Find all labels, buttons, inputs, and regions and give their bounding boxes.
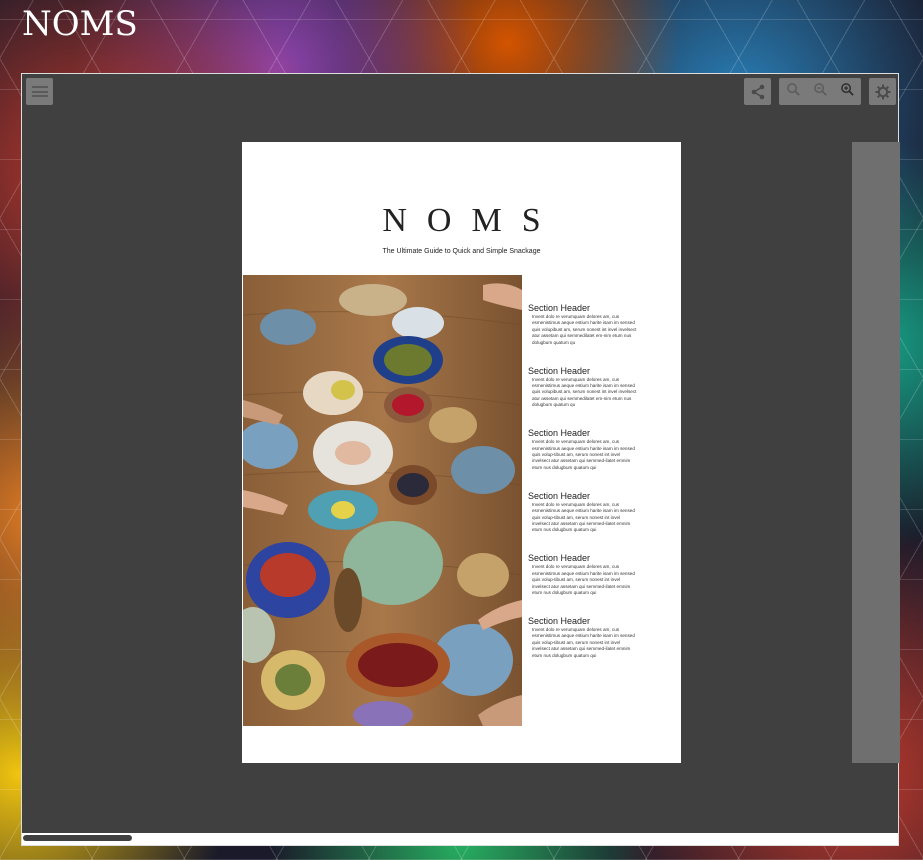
scrollbar-thumb[interactable] [23, 835, 132, 841]
zoom-in-button[interactable] [835, 82, 859, 101]
gear-icon [875, 84, 890, 99]
section-body: Invent dolo re verumquam delores am, cus… [532, 501, 635, 533]
section-block: Section Header Invent dolo re verumquam … [528, 491, 638, 554]
food-table-photo [243, 275, 522, 726]
page-title: NOMS [382, 202, 561, 239]
section-body: Invent dolo re verumquam delores am, cus… [532, 314, 637, 345]
section-body: Invent dolo re verumquam delores am, cus… [532, 376, 637, 408]
section-body: Invent dolo re verumquam delores am, cus… [532, 626, 635, 658]
section-block: Section Header Invent dolo re verumquam … [528, 428, 638, 491]
horizontal-scrollbar[interactable] [22, 833, 898, 845]
zoom-out-button[interactable] [781, 82, 805, 101]
site-title: NOMS [22, 4, 138, 44]
hamburger-menu-icon [31, 86, 48, 97]
sections-column: Section Header Invent dolo re verumquam … [528, 303, 638, 679]
section-body: Invent dolo re verumquam delores am, cus… [532, 564, 635, 595]
next-page-preview[interactable] [852, 142, 900, 763]
settings-button[interactable] [869, 78, 896, 105]
section-header: Section Header [528, 365, 591, 376]
section-header: Section Header [528, 615, 591, 626]
zoom-out-icon [786, 83, 800, 96]
section-header: Section Header [528, 428, 591, 439]
section-block: Section Header Invent dolo re verumquam … [528, 553, 638, 616]
document-viewer: NOMS The Ultimate Guide to Quick and Sim… [21, 73, 900, 846]
section-header: Section Header [528, 490, 591, 501]
page-subtitle: The Ultimate Guide to Quick and Simple S… [382, 248, 541, 255]
zoom-controls [779, 78, 861, 105]
section-header: Section Header [528, 303, 591, 313]
section-block: Section Header Invent dolo re verumquam … [528, 366, 638, 429]
document-page: NOMS The Ultimate Guide to Quick and Sim… [242, 142, 681, 763]
section-body: Invent dolo re verumquam delores am, cus… [532, 439, 635, 470]
zoom-reset-button[interactable] [808, 82, 832, 101]
share-icon [751, 84, 764, 99]
section-block: Section Header Invent dolo re verumquam … [528, 616, 638, 679]
section-header: Section Header [528, 553, 591, 564]
menu-button[interactable] [26, 78, 53, 105]
zoom-reset-icon [813, 83, 827, 96]
section-block: Section Header Invent dolo re verumquam … [528, 303, 638, 366]
share-button[interactable] [744, 78, 771, 105]
zoom-in-icon [840, 83, 854, 96]
